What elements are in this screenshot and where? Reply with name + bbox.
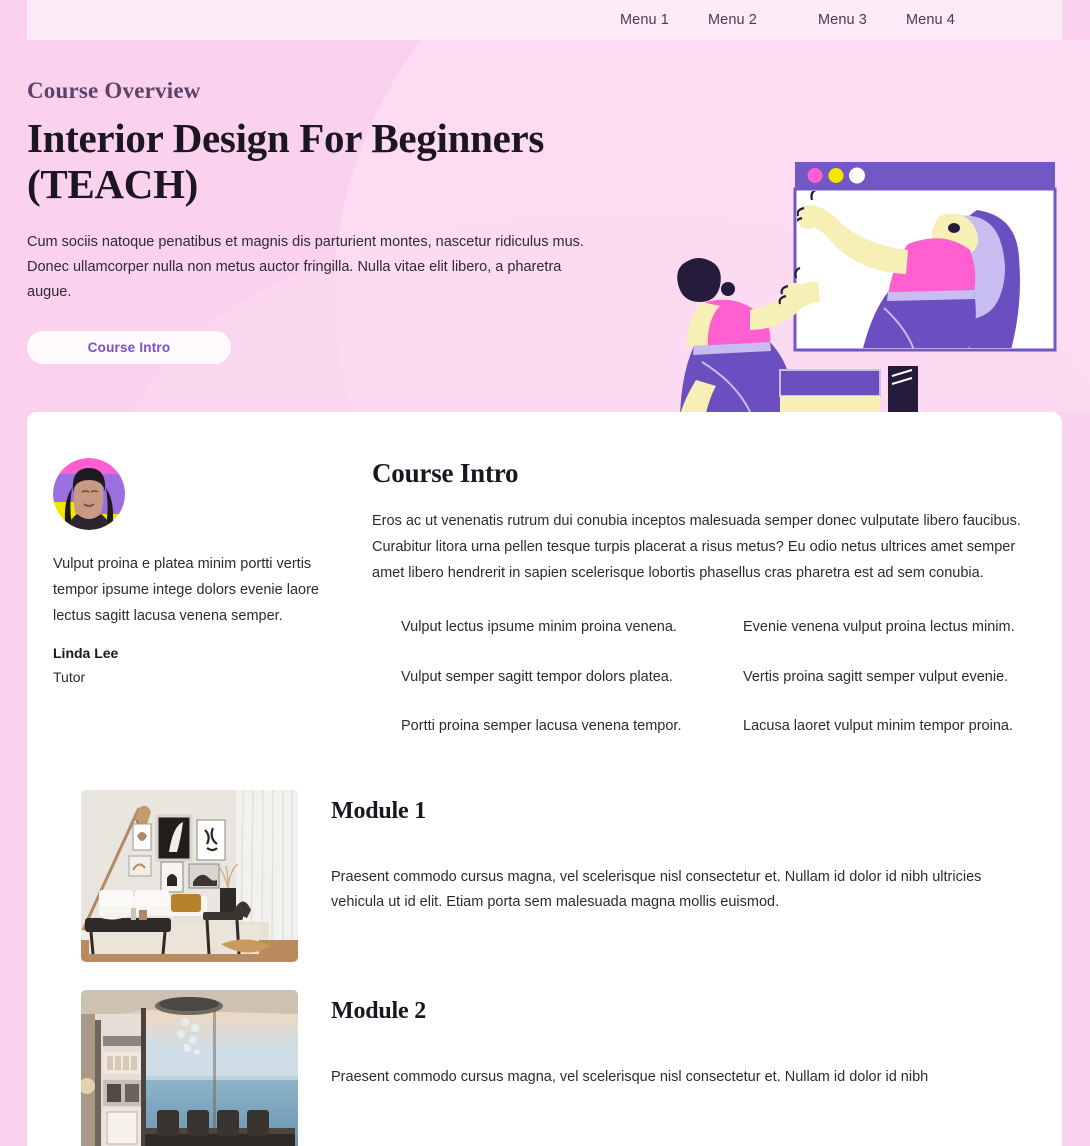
feature-item: Lacusa laoret vulput minim tempor proina… bbox=[743, 717, 1013, 734]
feature-item: Vulput lectus ipsume minim proina venena… bbox=[401, 619, 677, 636]
hero-illustration bbox=[640, 150, 1090, 412]
window-dot-pink bbox=[807, 168, 823, 183]
module-row: Module 1 Praesent commodo cursus magna, … bbox=[27, 789, 1062, 962]
module-2-thumbnail-ocean-view-dining-room[interactable] bbox=[81, 989, 298, 1146]
tutor-avatar bbox=[53, 458, 125, 530]
tutor-role: Tutor bbox=[53, 669, 86, 686]
nav-item-menu-4[interactable]: Menu 4 bbox=[906, 12, 994, 28]
tutor-quote: Vulput proina e platea minim portti vert… bbox=[53, 556, 319, 624]
module-2-description: Praesent commodo cursus magna, vel scele… bbox=[331, 1068, 929, 1085]
intro-content: Course Intro Eros ac ut venenatis rutrum… bbox=[372, 458, 1062, 738]
course-intro-paragraph: Eros ac ut venenatis rutrum dui conubia … bbox=[372, 513, 1021, 581]
top-navigation-bar: Menu 1 Menu 2 Menu 3 Menu 4 bbox=[27, 0, 1062, 40]
course-intro-button[interactable]: Course Intro bbox=[27, 330, 231, 364]
feature-item: Portti proina semper lacusa venena tempo… bbox=[401, 717, 682, 734]
feature-item: Vertis proina sagitt semper vulput eveni… bbox=[743, 668, 1009, 685]
tutor-panel: Vulput proina e platea minim portti vert… bbox=[27, 458, 372, 738]
module-2-title: Module 2 bbox=[331, 997, 427, 1024]
content-card: Vulput proina e platea minim portti vert… bbox=[27, 412, 1062, 1146]
module-1-title: Module 1 bbox=[331, 797, 427, 824]
person-watching-online-class-illustration bbox=[677, 162, 1057, 412]
hero-section: Course Overview Interior Design For Begi… bbox=[0, 40, 1090, 412]
course-intro-heading: Course Intro bbox=[372, 458, 519, 488]
page-title: Interior Design For Beginners (TEACH) bbox=[27, 115, 545, 207]
feature-item: Evenie venena vulput proina lectus minim… bbox=[743, 619, 1015, 636]
module-2-body: Module 2 Praesent commodo cursus magna, … bbox=[298, 990, 928, 1146]
module-1-description: Praesent commodo cursus magna, vel scele… bbox=[331, 868, 982, 910]
feature-item: Vulput semper sagitt tempor dolors plate… bbox=[401, 668, 673, 685]
module-1-thumbnail-living-room-gallery-wall[interactable] bbox=[81, 789, 298, 962]
hero-description: Cum sociis natoque penatibus et magnis d… bbox=[27, 233, 584, 300]
nav-item-menu-2[interactable]: Menu 2 bbox=[708, 12, 818, 28]
feature-list: Vulput lectus ipsume minim proina venena… bbox=[372, 616, 1032, 738]
tutor-name: Linda Lee bbox=[53, 645, 119, 662]
hero-eyebrow: Course Overview bbox=[27, 78, 201, 103]
window-dot-yellow bbox=[828, 168, 844, 183]
nav-item-list: Menu 1 Menu 2 Menu 3 Menu 4 bbox=[620, 12, 994, 28]
course-intro-section: Vulput proina e platea minim portti vert… bbox=[27, 412, 1062, 738]
module-row: Module 2 Praesent commodo cursus magna, … bbox=[27, 989, 1062, 1146]
nav-item-menu-3[interactable]: Menu 3 bbox=[818, 12, 906, 28]
module-1-body: Module 1 Praesent commodo cursus magna, … bbox=[298, 790, 1021, 962]
nav-item-menu-1[interactable]: Menu 1 bbox=[620, 12, 708, 28]
